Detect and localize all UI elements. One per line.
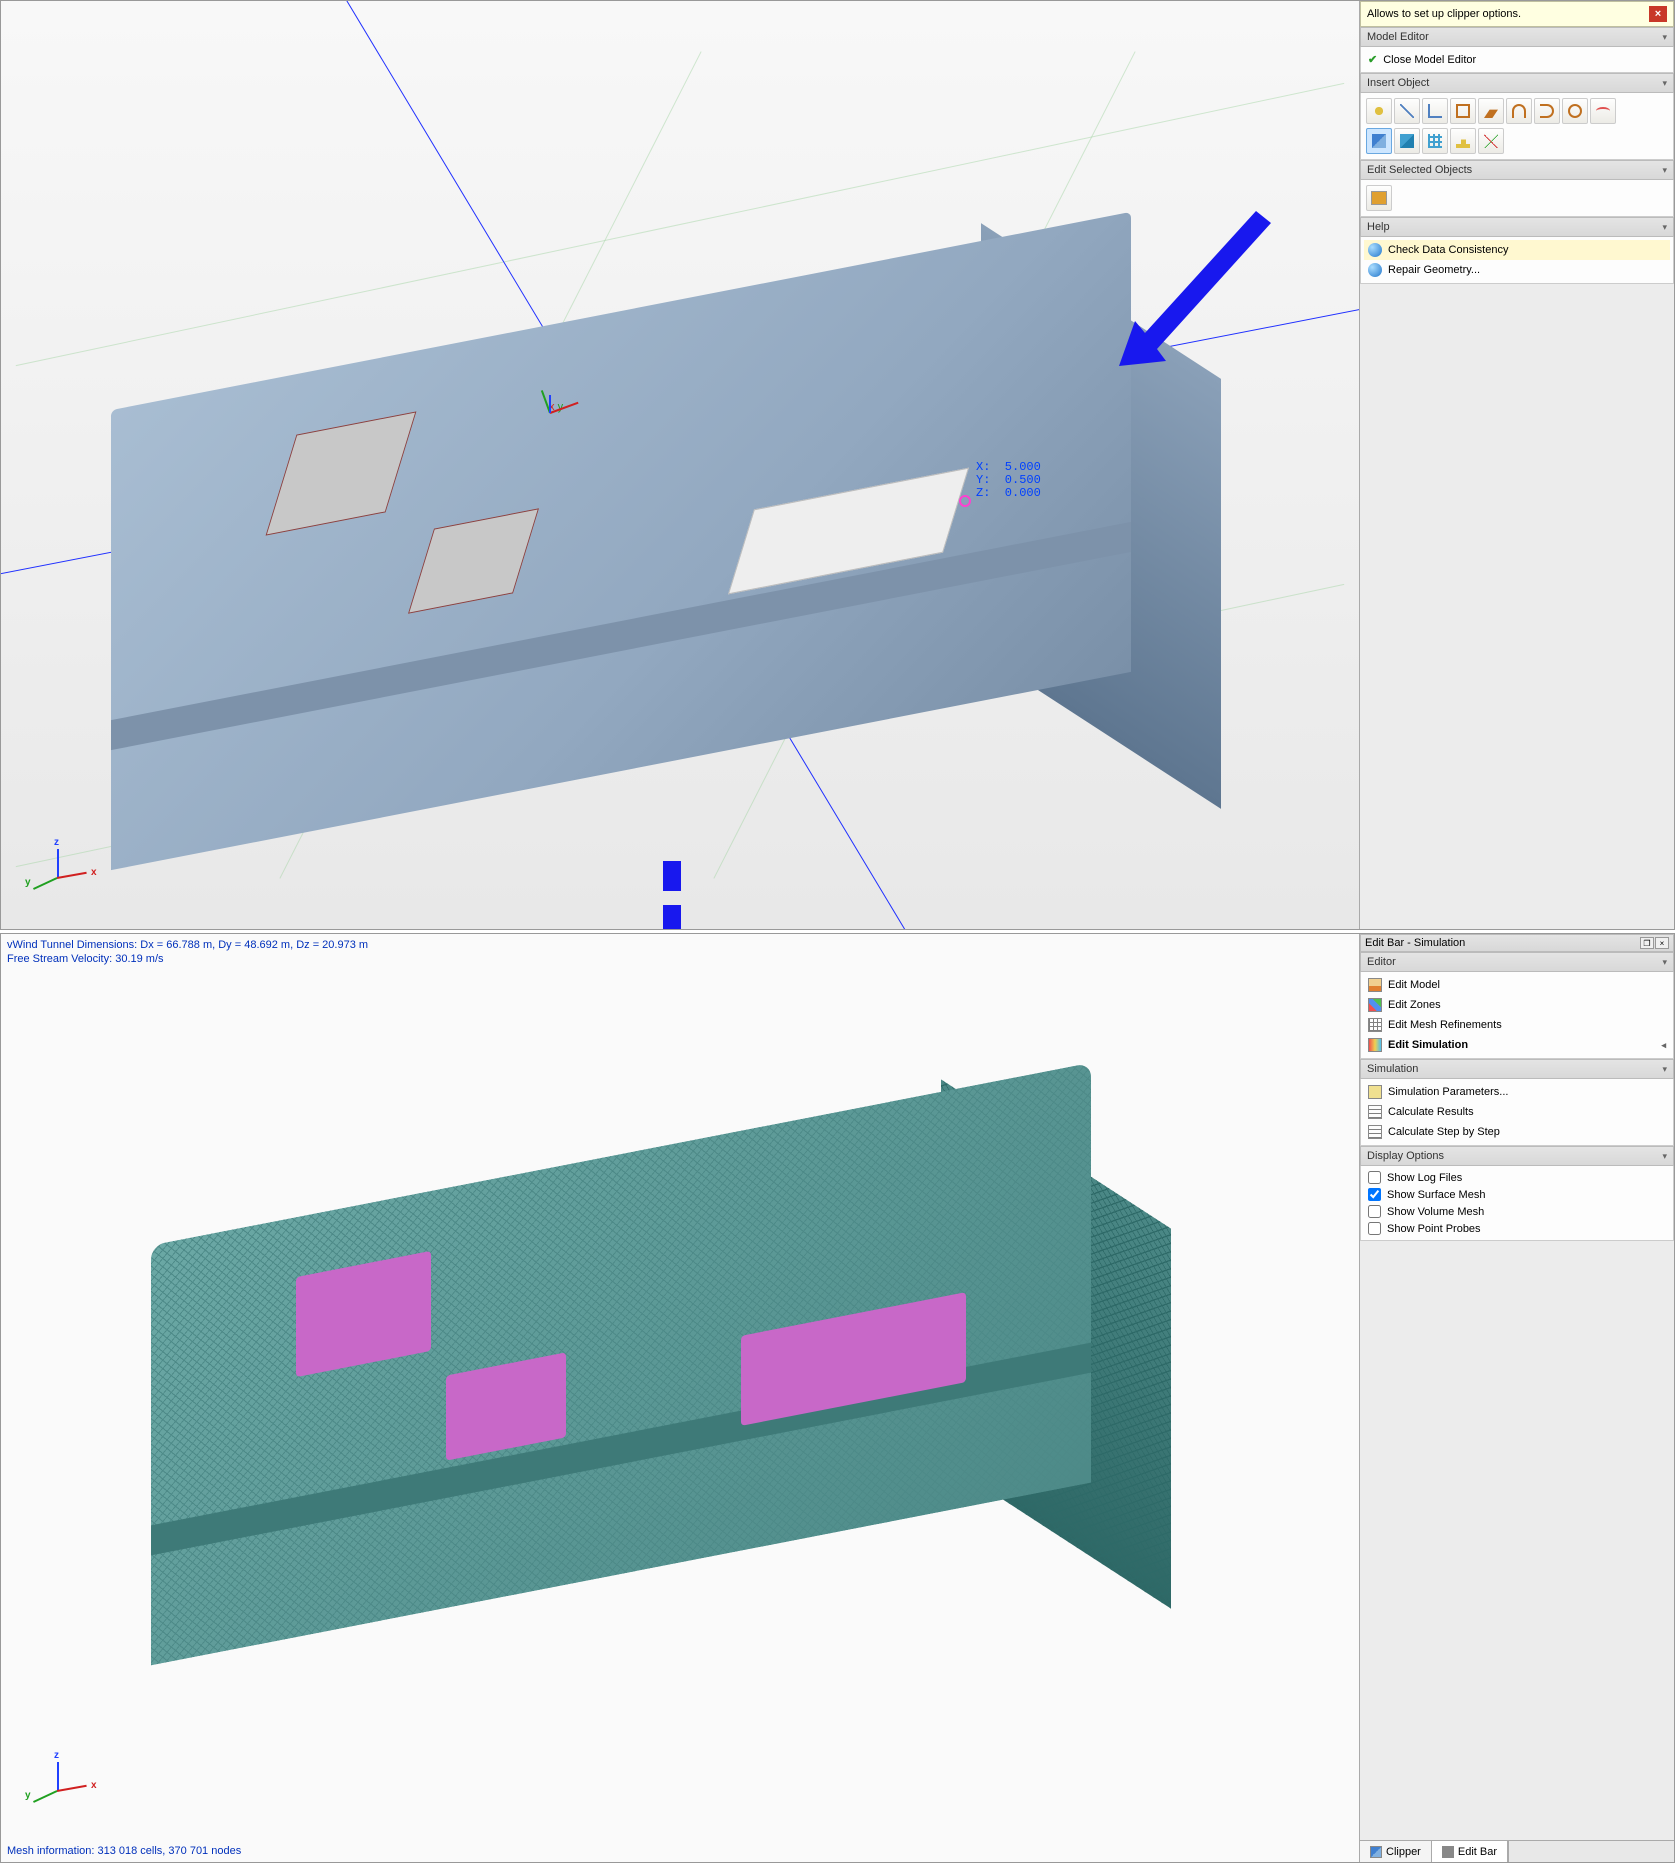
display-show-volume-mesh[interactable]: Show Volume Mesh xyxy=(1364,1203,1670,1220)
titlebar-close-icon[interactable]: × xyxy=(1655,937,1669,949)
help-repair-geometry[interactable]: Repair Geometry... xyxy=(1364,260,1670,280)
annotation-arrow-1 xyxy=(1111,201,1271,371)
editor-edit-simulation[interactable]: Edit Simulation ◂ xyxy=(1364,1035,1670,1055)
tool-grid[interactable] xyxy=(1422,128,1448,154)
sidebar-tabs: Clipper Edit Bar xyxy=(1360,1840,1674,1862)
step-icon xyxy=(1368,1125,1382,1139)
tool-sweep[interactable] xyxy=(1534,98,1560,124)
cursor-marker xyxy=(959,495,971,507)
panel-header-help[interactable]: Help ▾ xyxy=(1360,217,1674,237)
status-wind-tunnel: vWind Tunnel Dimensions: Dx = 66.788 m, … xyxy=(7,938,368,966)
chevron-down-icon: ▾ xyxy=(1662,222,1667,233)
viewport-simulation[interactable]: vWind Tunnel Dimensions: Dx = 66.788 m, … xyxy=(1,934,1359,1862)
panel-header-insert-object[interactable]: Insert Object ▾ xyxy=(1360,73,1674,93)
chevron-down-icon: ▾ xyxy=(1662,957,1667,968)
panel-header-edit-selected[interactable]: Edit Selected Objects ▾ xyxy=(1360,160,1674,180)
coordinate-readout: X: 5.000 Y: 0.500 Z: 0.000 xyxy=(976,461,1041,500)
panel-header-model-editor[interactable]: Model Editor ▾ xyxy=(1360,27,1674,47)
tab-edit-bar[interactable]: Edit Bar xyxy=(1432,1841,1508,1862)
annotation-arrow-2 xyxy=(641,861,701,929)
close-icon[interactable]: × xyxy=(1649,6,1667,22)
editor-edit-zones[interactable]: Edit Zones xyxy=(1364,995,1670,1015)
chevron-down-icon: ▾ xyxy=(1662,165,1667,176)
tool-line[interactable] xyxy=(1394,98,1420,124)
globe-icon xyxy=(1368,263,1382,277)
tool-clipper[interactable] xyxy=(1366,128,1392,154)
params-icon xyxy=(1368,1085,1382,1099)
check-icon: ✔ xyxy=(1368,53,1377,66)
display-show-surface-mesh[interactable]: Show Surface Mesh xyxy=(1364,1186,1670,1203)
tool-polyline[interactable] xyxy=(1422,98,1448,124)
view-triad: z x y xyxy=(27,1758,97,1818)
chevron-down-icon: ▾ xyxy=(1662,32,1667,43)
simulation-calculate-results[interactable]: Calculate Results xyxy=(1364,1102,1670,1122)
tooltip-text: Allows to set up clipper options. xyxy=(1367,8,1521,20)
checkbox[interactable] xyxy=(1368,1205,1381,1218)
zones-icon xyxy=(1368,998,1382,1012)
sidebar-model-editor: Allows to set up clipper options. × Mode… xyxy=(1359,1,1674,929)
insert-toolbar-row-2 xyxy=(1364,126,1670,156)
tab-clipper[interactable]: Clipper xyxy=(1360,1841,1432,1862)
checkbox[interactable] xyxy=(1368,1171,1381,1184)
checkbox[interactable] xyxy=(1368,1188,1381,1201)
globe-icon xyxy=(1368,243,1382,257)
editbar-tab-icon xyxy=(1442,1846,1454,1858)
clipper-tab-icon xyxy=(1370,1846,1382,1858)
mesh-icon xyxy=(1368,1018,1382,1032)
panel-header-simulation[interactable]: Simulation ▾ xyxy=(1360,1059,1674,1079)
calc-icon xyxy=(1368,1105,1382,1119)
tool-coord-sys[interactable] xyxy=(1478,128,1504,154)
tool-revolve[interactable] xyxy=(1506,98,1532,124)
simulation-calculate-step[interactable]: Calculate Step by Step xyxy=(1364,1122,1670,1142)
tool-circle[interactable] xyxy=(1562,98,1588,124)
model-icon xyxy=(1368,978,1382,992)
panel-header-editor[interactable]: Editor ▾ xyxy=(1360,952,1674,972)
titlebar-edit-bar: Edit Bar - Simulation ❐ × xyxy=(1360,934,1674,952)
tool-curve[interactable] xyxy=(1590,98,1616,124)
checkbox[interactable] xyxy=(1368,1222,1381,1235)
tooltip-bar: Allows to set up clipper options. × xyxy=(1360,1,1674,27)
chevron-down-icon: ▾ xyxy=(1662,1064,1667,1075)
simulation-icon xyxy=(1368,1038,1382,1052)
origin-triad: x y xyxy=(549,401,563,413)
display-show-log-files[interactable]: Show Log Files xyxy=(1364,1169,1670,1186)
tool-extrude[interactable] xyxy=(1478,98,1504,124)
chevron-right-icon: ◂ xyxy=(1661,1040,1666,1051)
chevron-down-icon: ▾ xyxy=(1662,1151,1667,1162)
editor-edit-mesh-refinements[interactable]: Edit Mesh Refinements xyxy=(1364,1015,1670,1035)
panel-header-display-options[interactable]: Display Options ▾ xyxy=(1360,1146,1674,1166)
titlebar-restore-icon[interactable]: ❐ xyxy=(1640,937,1654,949)
chevron-down-icon: ▾ xyxy=(1662,78,1667,89)
viewport-model-editor[interactable]: x y X: 5.000 Y: 0.500 Z: 0.000 z x y xyxy=(1,1,1359,929)
tool-point[interactable] xyxy=(1366,98,1392,124)
help-check-consistency[interactable]: Check Data Consistency xyxy=(1364,240,1670,260)
display-show-point-probes[interactable]: Show Point Probes xyxy=(1364,1220,1670,1237)
insert-toolbar-row-1 xyxy=(1364,96,1670,126)
sidebar-simulation: Edit Bar - Simulation ❐ × Editor ▾ Edit … xyxy=(1359,934,1674,1862)
simulation-parameters[interactable]: Simulation Parameters... xyxy=(1364,1082,1670,1102)
close-model-editor[interactable]: ✔ Close Model Editor xyxy=(1364,50,1670,69)
view-triad: z x y xyxy=(27,845,97,905)
tool-chart[interactable] xyxy=(1450,128,1476,154)
tool-box[interactable] xyxy=(1394,128,1420,154)
status-mesh-info: Mesh information: 313 018 cells, 370 701… xyxy=(7,1844,241,1858)
edit-color-swatch[interactable] xyxy=(1366,185,1392,211)
tool-rect[interactable] xyxy=(1450,98,1476,124)
editor-edit-model[interactable]: Edit Model xyxy=(1364,975,1670,995)
